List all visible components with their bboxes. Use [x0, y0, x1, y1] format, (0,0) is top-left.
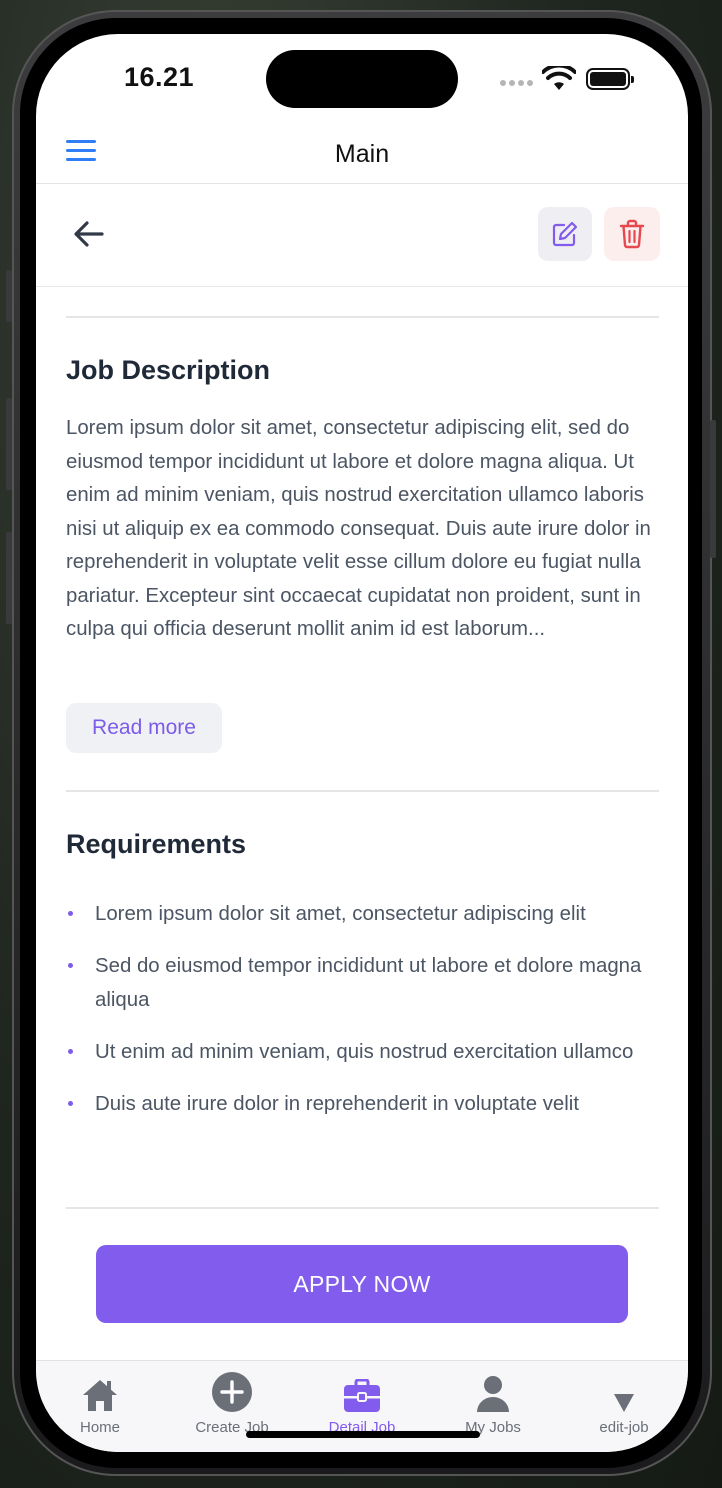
cellular-signal-icon — [500, 80, 533, 86]
requirements-list: Lorem ipsum dolor sit amet, consectetur … — [66, 898, 666, 1140]
tab-detail-job[interactable]: Detail Job — [297, 1361, 427, 1436]
tab-edit-job[interactable]: edit-job — [559, 1361, 688, 1436]
tab-my-jobs[interactable]: My Jobs — [428, 1361, 558, 1436]
job-description-text: Lorem ipsum dolor sit amet, consectetur … — [66, 417, 651, 640]
job-description-title: Job Description — [66, 355, 271, 385]
home-indicator[interactable] — [246, 1431, 480, 1438]
requirement-item: Lorem ipsum dolor sit amet, consectetur … — [66, 898, 666, 932]
trash-icon — [619, 219, 645, 249]
tab-create-job[interactable]: Create Job — [167, 1361, 297, 1436]
requirements-title: Requirements — [66, 829, 247, 859]
status-time: 16.21 — [124, 62, 195, 92]
edit-button[interactable] — [538, 207, 592, 261]
volume-up-button — [6, 398, 12, 490]
wifi-icon — [542, 66, 576, 90]
bullet-icon — [68, 1100, 73, 1106]
section-divider — [66, 1207, 659, 1209]
read-more-button[interactable]: Read more — [66, 703, 222, 753]
triangle-down-icon — [614, 1394, 634, 1412]
detail-toolbar — [36, 185, 688, 287]
bullet-icon — [68, 911, 73, 916]
requirement-item: Sed do eiusmod tempor incididunt ut labo… — [66, 950, 666, 1017]
person-icon — [477, 1376, 509, 1412]
section-divider — [66, 790, 659, 792]
home-icon — [83, 1380, 117, 1411]
requirement-item: Ut enim ad minim veniam, quis nostrud ex… — [66, 1036, 666, 1070]
dynamic-island — [266, 50, 458, 108]
volume-down-button — [6, 532, 12, 624]
edit-icon — [552, 221, 578, 247]
requirement-item: Duis aute irure dolor in reprehenderit i… — [66, 1088, 666, 1122]
delete-button[interactable] — [604, 207, 660, 261]
briefcase-icon — [344, 1379, 380, 1412]
action-button — [6, 270, 12, 322]
bottom-tab-bar: Home Create Job Detail Job My Jobs edit-… — [36, 1360, 688, 1452]
bullet-icon — [68, 963, 73, 968]
apply-now-button[interactable]: APPLY NOW — [96, 1245, 628, 1323]
battery-icon — [586, 68, 634, 90]
back-arrow-icon[interactable] — [72, 217, 106, 251]
tab-home[interactable]: Home — [36, 1361, 165, 1436]
section-divider — [66, 316, 659, 318]
plus-circle-icon — [212, 1372, 252, 1412]
app-screen: 16.21 Main Job Description Lorem ipsum d… — [36, 34, 688, 1452]
app-header: Main — [36, 128, 688, 184]
bullet-icon — [68, 1048, 73, 1054]
tab-label: edit-job — [599, 1419, 649, 1436]
header-title: Main — [334, 140, 390, 168]
power-button — [710, 420, 716, 558]
tab-label: Home — [79, 1419, 120, 1436]
